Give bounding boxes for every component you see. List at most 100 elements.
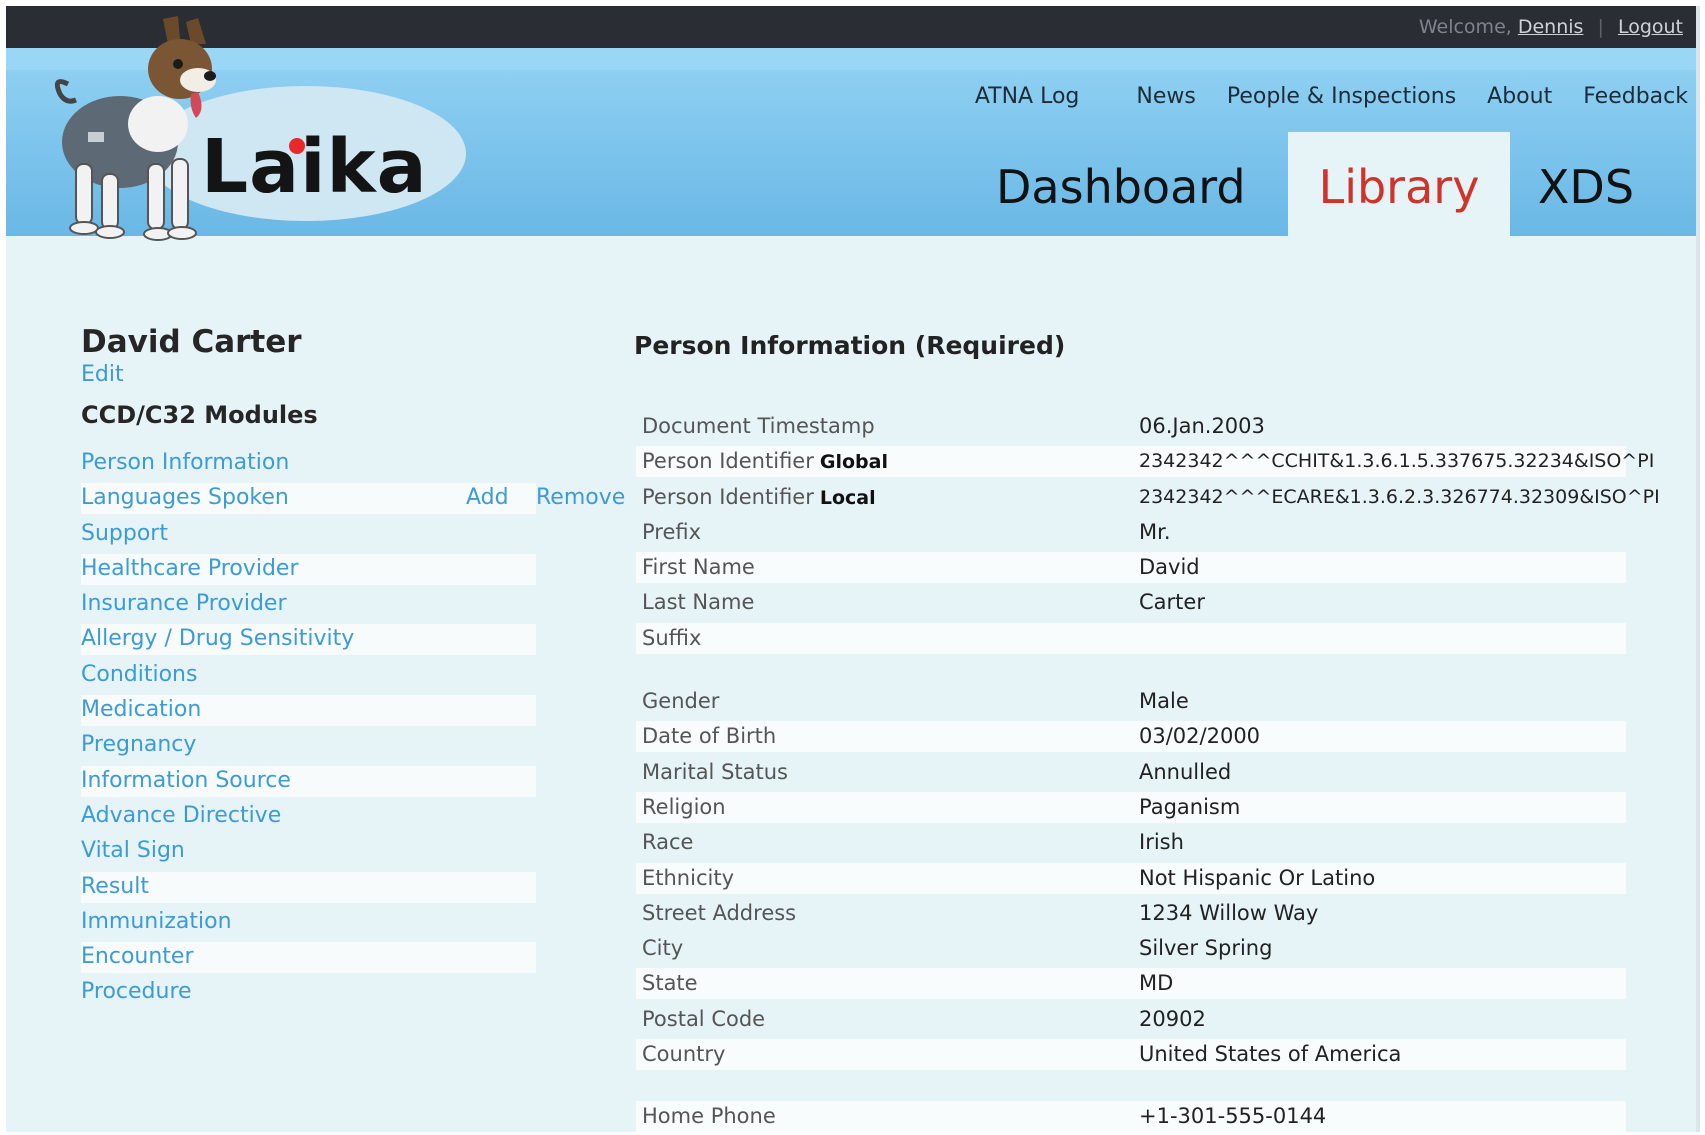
info-label: Last Name <box>642 590 755 615</box>
module-item-result[interactable]: Result <box>81 870 611 905</box>
info-value: Carter <box>1139 590 1205 615</box>
row-stripe <box>636 1101 1626 1132</box>
module-item-person-information[interactable]: Person Information <box>81 446 611 481</box>
info-label: Suffix <box>642 625 702 650</box>
module-item-conditions[interactable]: Conditions <box>81 658 611 693</box>
module-label: Information Source <box>81 767 291 793</box>
module-item-insurance-provider[interactable]: Insurance Provider <box>81 587 611 622</box>
nav-atna-log[interactable]: ATNA Log <box>975 84 1080 109</box>
info-value: Male <box>1139 689 1189 714</box>
module-item-information-source[interactable]: Information Source <box>81 764 611 799</box>
module-item-medication[interactable]: Medication <box>81 693 611 728</box>
module-item-pregnancy[interactable]: Pregnancy <box>81 728 611 763</box>
info-value: Paganism <box>1139 794 1241 819</box>
module-label: Advance Directive <box>81 802 282 828</box>
info-value: 03/02/2000 <box>1139 724 1261 749</box>
top-navigation: ATNA Log News People & Inspections About… <box>944 84 1688 109</box>
info-label: Religion <box>642 794 726 819</box>
module-item-support[interactable]: Support <box>81 517 611 552</box>
module-item-procedure[interactable]: Procedure <box>81 975 611 1010</box>
info-value: Mr. <box>1139 519 1171 544</box>
info-value: Annulled <box>1139 759 1232 784</box>
user-link[interactable]: Dennis <box>1518 16 1584 38</box>
add-button[interactable]: Add <box>466 481 509 514</box>
info-value: 2342342^^^CCHIT&1.3.6.1.5.337675.32234&I… <box>1139 450 1655 473</box>
info-row: Prefix Mr. <box>636 515 1631 550</box>
info-label: Person Identifier Global <box>642 444 888 480</box>
logout-link[interactable]: Logout <box>1618 16 1683 38</box>
module-item-allergy[interactable]: Allergy / Drug Sensitivity <box>81 622 611 657</box>
info-label: Country <box>642 1042 726 1067</box>
module-label: Allergy / Drug Sensitivity <box>81 626 355 652</box>
nav-feedback[interactable]: Feedback <box>1583 84 1688 109</box>
welcome-bar: Welcome, Dennis | Logout <box>1419 6 1683 48</box>
info-row: First Name David <box>636 550 1631 585</box>
info-row: Document Timestamp 06.Jan.2003 <box>636 409 1631 444</box>
edit-link[interactable]: Edit <box>81 362 124 387</box>
info-label: Ethnicity <box>642 865 734 890</box>
separator: | <box>1597 16 1604 38</box>
tab-library[interactable]: Library <box>1288 132 1510 236</box>
module-item-healthcare-provider[interactable]: Healthcare Provider <box>81 552 611 587</box>
module-item-advance-directive[interactable]: Advance Directive <box>81 799 611 834</box>
row-stripe <box>636 552 1626 584</box>
info-value: United States of America <box>1139 1042 1402 1067</box>
info-value: 2342342^^^ECARE&1.3.6.2.3.326774.32309&I… <box>1139 485 1660 508</box>
module-item-vital-sign[interactable]: Vital Sign <box>81 834 611 869</box>
info-row: Country United States of America <box>636 1037 1631 1072</box>
module-list: Person Information Languages Spoken Add … <box>81 446 625 1011</box>
info-label: Gender <box>642 689 720 714</box>
module-label: Person Information <box>81 450 290 475</box>
info-value: David <box>1139 555 1200 580</box>
module-label: Support <box>81 520 168 546</box>
nav-about[interactable]: About <box>1487 84 1552 109</box>
info-row: Religion Paganism <box>636 790 1631 825</box>
row-stripe <box>636 622 1626 654</box>
nav-news[interactable]: News <box>1136 84 1195 109</box>
info-row: State MD <box>636 966 1631 1001</box>
remove-button[interactable]: Remove <box>536 481 625 514</box>
info-label: Marital Status <box>642 759 788 784</box>
module-label: Immunization <box>81 908 232 934</box>
info-label: Postal Code <box>642 1006 766 1031</box>
info-label: Person Identifier Local <box>642 480 876 516</box>
module-label: Insurance Provider <box>81 591 287 617</box>
info-label: Street Address <box>642 900 797 925</box>
info-value: +1-301-555-0144 <box>1139 1104 1327 1129</box>
info-label: Document Timestamp <box>642 414 875 438</box>
row-stripe <box>636 862 1626 894</box>
module-label: Medication <box>81 697 202 723</box>
nav-people-inspections[interactable]: People & Inspections <box>1227 84 1456 109</box>
info-value: MD <box>1139 971 1174 996</box>
info-row: Postal Code 20902 <box>636 1002 1631 1037</box>
info-row: Last Name Carter <box>636 585 1631 620</box>
module-item-encounter[interactable]: Encounter <box>81 940 611 975</box>
top-bar: Welcome, Dennis | Logout <box>6 6 1700 48</box>
tab-xds[interactable]: XDS <box>1516 132 1656 236</box>
module-item-immunization[interactable]: Immunization <box>81 905 611 940</box>
info-row: Street Address 1234 Willow Way <box>636 896 1631 931</box>
info-label: Date of Birth <box>642 724 777 749</box>
identifier-scope: Local <box>819 486 876 509</box>
info-value: 20902 <box>1139 1006 1206 1031</box>
window-edge <box>1696 6 1700 1132</box>
info-row: City Silver Spring <box>636 931 1631 966</box>
info-value: Not Hispanic Or Latino <box>1139 865 1376 890</box>
section-title: Person Information (Required) <box>634 331 1066 360</box>
info-value: 06.Jan.2003 <box>1139 414 1265 438</box>
row-stripe <box>636 721 1626 753</box>
module-label: Encounter <box>81 944 194 970</box>
tab-dashboard[interactable]: Dashboard <box>996 132 1246 236</box>
row-stripe <box>636 968 1626 1000</box>
app-window: Welcome, Dennis | Logout Laika ATNA Log … <box>6 6 1700 1132</box>
modules-title: CCD/C32 Modules <box>81 401 318 429</box>
logo-dot <box>289 138 305 154</box>
module-item-languages-spoken[interactable]: Languages Spoken Add Remove <box>81 481 625 516</box>
info-row: Race Irish <box>636 825 1631 860</box>
info-value: Silver Spring <box>1139 936 1273 961</box>
row-stripe <box>636 791 1626 823</box>
header-highlight <box>6 48 1700 70</box>
info-row: Ethnicity Not Hispanic Or Latino <box>636 861 1631 896</box>
dog-mascot-icon <box>54 16 216 241</box>
